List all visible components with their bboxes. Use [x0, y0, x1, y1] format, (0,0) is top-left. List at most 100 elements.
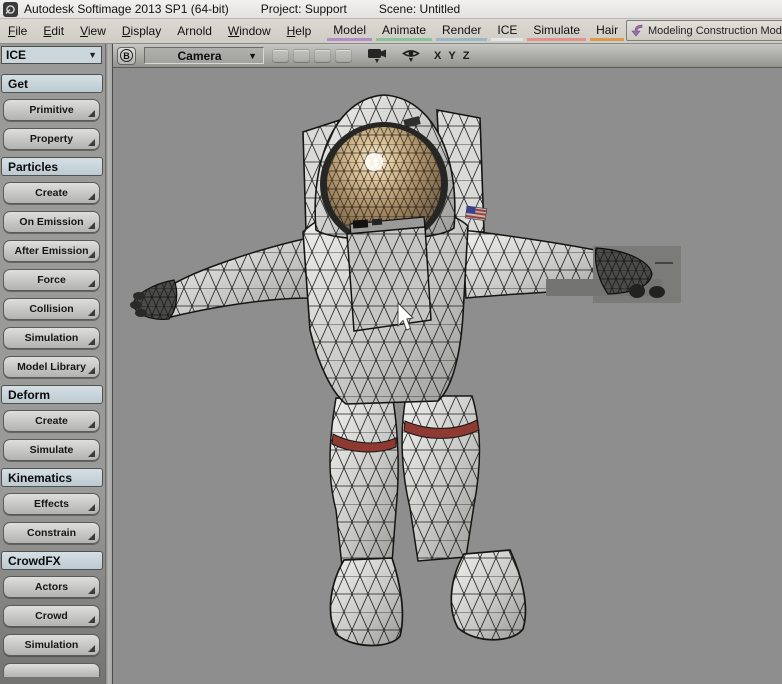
group-header-label: Get	[8, 77, 28, 91]
submenu-corner-icon	[88, 421, 95, 428]
menu-display[interactable]: Display	[114, 21, 169, 41]
toolbar-button-on-emission[interactable]: On Emission	[3, 211, 100, 233]
toolbar-button-after-emission[interactable]: After Emission	[3, 240, 100, 262]
toolbar-button-force[interactable]: Force	[3, 269, 100, 291]
submenu-corner-icon	[88, 309, 95, 316]
window-title: Autodesk Softimage 2013 SP1 (64-bit)	[24, 2, 229, 16]
camera-dropdown-caret-icon: ▼	[248, 51, 257, 61]
toolbar-button-property[interactable]: Property	[3, 128, 100, 150]
toolbar-button-collision[interactable]: Collision	[3, 298, 100, 320]
toolbar-button-label: Effects	[34, 498, 69, 510]
toolbar-button-label: Create	[35, 187, 68, 199]
toolbar-group-header-deform: Deform	[1, 385, 103, 404]
menu-hair[interactable]: Hair	[590, 21, 624, 41]
submenu-corner-icon	[88, 110, 95, 117]
menu-help[interactable]: Help	[279, 21, 320, 41]
submenu-corner-icon	[88, 645, 95, 652]
submenu-corner-icon	[88, 222, 95, 229]
menu-view[interactable]: View	[72, 21, 114, 41]
viewport-header: B Camera ▼ ▼	[113, 44, 782, 68]
toolbar-mode-value: ICE	[6, 48, 26, 62]
toolbar-button-simulate[interactable]: Simulate	[3, 439, 100, 461]
toolbar-button-constrain[interactable]: Constrain	[3, 522, 100, 544]
menu-animate[interactable]: Animate	[376, 21, 432, 41]
toolbar-button-label: Property	[30, 133, 73, 145]
camera-icon[interactable]: ▼	[366, 47, 388, 64]
viewport-camera-value: Camera	[178, 49, 222, 63]
menu-arnold[interactable]: Arnold	[169, 21, 220, 41]
toolbar-button-simulation[interactable]: Simulation	[3, 327, 100, 349]
toolbar-group-header-particles: Particles	[1, 157, 103, 176]
toolbar-button-label: Force	[37, 274, 66, 286]
toolbar-button-label: Model Library	[17, 361, 86, 373]
toolbar-button-create[interactable]: Create	[3, 182, 100, 204]
submenu-corner-icon	[88, 280, 95, 287]
toolbar-group-header-crowdfx: CrowdFX	[1, 551, 103, 570]
axis-z-toggle[interactable]: Z	[463, 50, 470, 62]
viewport-camera-select[interactable]: Camera ▼	[144, 47, 264, 64]
group-header-label: Particles	[8, 160, 58, 174]
viewport-pane-letter: B	[120, 49, 133, 62]
toolbar-button-label: Primitive	[29, 104, 73, 116]
menu-simulate[interactable]: Simulate	[527, 21, 586, 41]
submenu-corner-icon	[88, 504, 95, 511]
axis-y-toggle[interactable]: Y	[448, 50, 455, 62]
construction-mode-button[interactable]: Modeling Construction Mod	[626, 20, 782, 41]
memo-cam-slots	[272, 49, 352, 62]
toolbar-button-label: Simulate	[30, 444, 74, 456]
toolbar-mode-select[interactable]: ICE ▼	[1, 46, 102, 64]
submenu-corner-icon	[88, 139, 95, 146]
submenu-corner-icon	[88, 367, 95, 374]
panel-resize-strip[interactable]	[105, 44, 113, 684]
toolbar-button-label: On Emission	[19, 216, 83, 228]
submenu-corner-icon	[88, 193, 95, 200]
viewport-pane-button[interactable]: B	[117, 47, 136, 65]
flag-patch	[465, 206, 486, 221]
menu-edit[interactable]: Edit	[35, 21, 72, 41]
memo-cam-slot-2[interactable]	[293, 49, 310, 62]
toolbar-button-model-library[interactable]: Model Library	[3, 356, 100, 378]
dropdown-caret-icon: ▼	[88, 50, 97, 60]
construction-mode-icon	[630, 23, 644, 38]
toolbar-button-label: Constrain	[27, 527, 76, 539]
group-header-label: CrowdFX	[8, 554, 61, 568]
toolbar-button-label: After Emission	[14, 245, 88, 257]
project-label: Project: Support	[261, 2, 347, 16]
axis-x-toggle[interactable]: X	[434, 50, 441, 62]
menu-window[interactable]: Window	[220, 21, 279, 41]
toolbar-button-label: Simulation	[25, 639, 79, 651]
submenu-corner-icon	[88, 616, 95, 623]
title-bar: Autodesk Softimage 2013 SP1 (64-bit) Pro…	[0, 0, 782, 19]
viewport-b: B Camera ▼ ▼	[113, 44, 782, 684]
memo-cam-slot-3[interactable]	[314, 49, 331, 62]
softimage-window: Autodesk Softimage 2013 SP1 (64-bit) Pro…	[0, 0, 782, 684]
viewport-canvas[interactable]	[113, 68, 782, 684]
toolbar-button-effects[interactable]: Effects	[3, 493, 100, 515]
toolbar-button-stack: Get Primitive Property Particles Create On Em…	[0, 74, 105, 677]
toolbar-button-simulation[interactable]: Simulation	[3, 634, 100, 656]
submenu-corner-icon	[88, 251, 95, 258]
toolbar-button-actors[interactable]: Actors	[3, 576, 100, 598]
toolbar-button-create[interactable]: Create	[3, 410, 100, 432]
toolbar-button-label: Create	[35, 415, 68, 427]
toolbar-button-empty	[3, 663, 100, 677]
memo-cam-slot-4[interactable]	[335, 49, 352, 62]
toolbar-button-label: Collision	[29, 303, 73, 315]
menu-bar: File Edit View Display Arnold Window Hel…	[0, 19, 782, 44]
astronaut-wireframe-model	[113, 68, 782, 684]
construction-mode-label: Modeling Construction Mod	[648, 25, 782, 37]
memo-cam-slot-1[interactable]	[272, 49, 289, 62]
group-header-label: Kinematics	[8, 471, 72, 485]
eye-icon[interactable]: ▼	[402, 48, 420, 63]
toolbar-button-primitive[interactable]: Primitive	[3, 99, 100, 121]
toolbar-button-crowd[interactable]: Crowd	[3, 605, 100, 627]
menu-ice[interactable]: ICE	[491, 21, 523, 41]
menu-file[interactable]: File	[0, 21, 35, 41]
menu-model[interactable]: Model	[327, 21, 372, 41]
submenu-corner-icon	[88, 533, 95, 540]
menu-render[interactable]: Render	[436, 21, 487, 41]
submenu-corner-icon	[88, 338, 95, 345]
toolbar-group-header-kinematics: Kinematics	[1, 468, 103, 487]
toolbar-button-label: Crowd	[35, 610, 68, 622]
group-header-label: Deform	[8, 388, 50, 402]
